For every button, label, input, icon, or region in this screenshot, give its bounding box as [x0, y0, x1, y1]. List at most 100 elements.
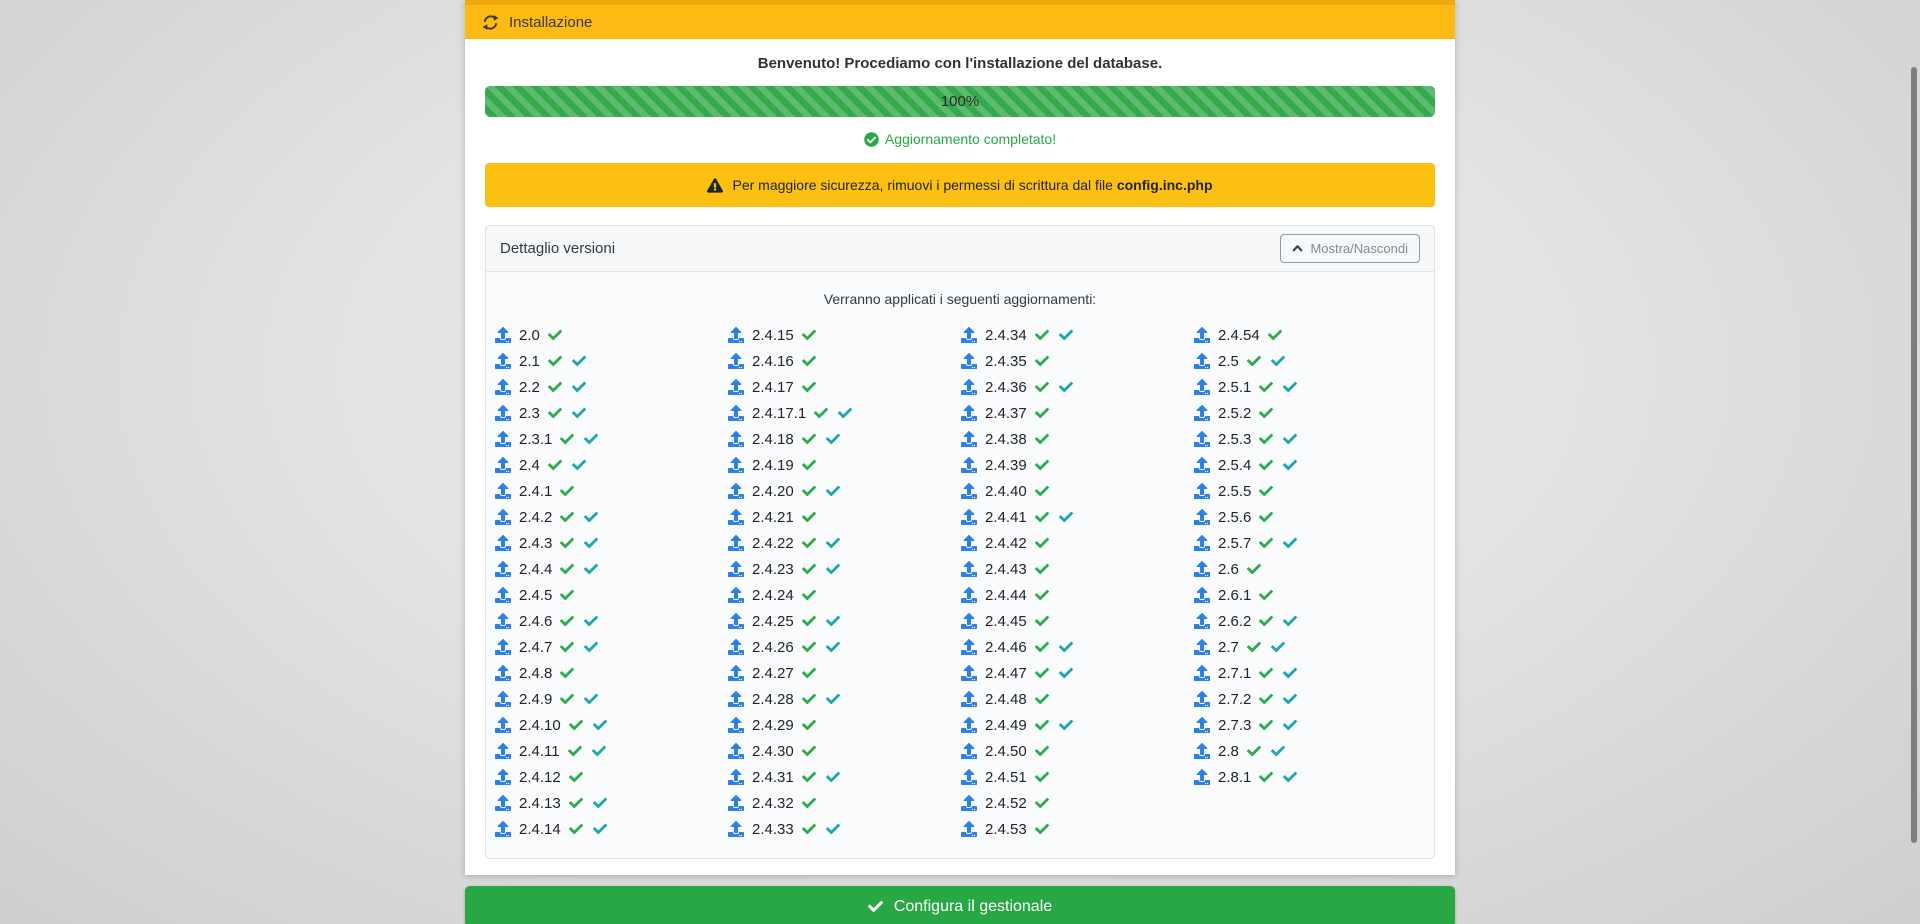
- check-icon-applied: [1259, 484, 1273, 498]
- check-icon-applied: [1035, 380, 1049, 394]
- upload-icon: [728, 535, 744, 551]
- version-item: 2.4.16: [727, 348, 960, 374]
- upload-icon: [728, 431, 744, 447]
- version-label: 2.7.1: [1218, 665, 1251, 682]
- version-label: 2.3: [519, 405, 540, 422]
- version-label: 2.4.12: [519, 769, 561, 786]
- upload-icon: [728, 613, 744, 629]
- versions-column: 2.4.54 2.5 2.5.1: [1193, 322, 1426, 842]
- check-icon-applied: [1259, 588, 1273, 602]
- check-icon-verified: [584, 692, 598, 706]
- check-icon-applied: [1035, 406, 1049, 420]
- check-icon-verified: [1271, 744, 1285, 758]
- version-item: 2.4.34: [960, 322, 1193, 348]
- upload-icon: [961, 769, 977, 785]
- upload-icon: [495, 769, 511, 785]
- version-item: 2.4.32: [727, 790, 960, 816]
- version-item: 2.4.52: [960, 790, 1193, 816]
- check-icon-applied: [802, 432, 816, 446]
- version-item: 2.4.3: [494, 530, 727, 556]
- upload-icon: [961, 353, 977, 369]
- check-icon-applied: [1035, 744, 1049, 758]
- configure-button[interactable]: Configura il gestionale: [465, 886, 1455, 924]
- version-item: 2.1: [494, 348, 727, 374]
- upload-icon: [961, 639, 977, 655]
- version-label: 2.2: [519, 379, 540, 396]
- check-icon-verified: [1271, 640, 1285, 654]
- version-item: 2.4.50: [960, 738, 1193, 764]
- upload-icon: [961, 613, 977, 629]
- version-item: 2.4.38: [960, 426, 1193, 452]
- install-page: Installazione Benvenuto! Procediamo con …: [465, 0, 1455, 924]
- version-item: 2.4.42: [960, 530, 1193, 556]
- upload-icon: [961, 795, 977, 811]
- check-icon-applied: [802, 354, 816, 368]
- upload-icon: [495, 405, 511, 421]
- version-item: 2.4.49: [960, 712, 1193, 738]
- check-icon-verified: [1059, 380, 1073, 394]
- check-icon-applied: [560, 666, 574, 680]
- version-item: 2.4: [494, 452, 727, 478]
- version-label: 2.4.2: [519, 509, 552, 526]
- install-header: Installazione: [465, 0, 1455, 39]
- version-label: 2.4.51: [985, 769, 1027, 786]
- version-item: 2.4.40: [960, 478, 1193, 504]
- version-label: 2.4.54: [1218, 327, 1260, 344]
- version-item: 2.4.4: [494, 556, 727, 582]
- version-label: 2.5.4: [1218, 457, 1251, 474]
- version-item: 2.4.26: [727, 634, 960, 660]
- check-icon-verified: [1059, 328, 1073, 342]
- check-icon-verified: [1283, 432, 1297, 446]
- check-icon-applied: [802, 796, 816, 810]
- version-label: 2.6: [1218, 561, 1239, 578]
- version-item: 2.4.15: [727, 322, 960, 348]
- upload-icon: [495, 327, 511, 343]
- version-label: 2.5: [1218, 353, 1239, 370]
- version-label: 2.1: [519, 353, 540, 370]
- check-icon-verified: [826, 822, 840, 836]
- version-item: 2.4.10: [494, 712, 727, 738]
- check-icon-verified: [1059, 510, 1073, 524]
- progress-track: 100%: [485, 86, 1435, 117]
- scrollbar-thumb[interactable]: [1911, 67, 1917, 843]
- version-item: 2.4.30: [727, 738, 960, 764]
- warning-text: Per maggiore sicurezza, rimuovi i permes…: [732, 177, 1212, 193]
- upload-icon: [495, 483, 511, 499]
- upload-icon: [961, 821, 977, 837]
- check-icon-applied: [1259, 510, 1273, 524]
- check-icon-applied: [548, 354, 562, 368]
- check-icon-verified: [1283, 666, 1297, 680]
- check-icon-applied: [1035, 666, 1049, 680]
- upload-icon: [1194, 379, 1210, 395]
- security-warning-alert: Per maggiore sicurezza, rimuovi i permes…: [485, 163, 1435, 207]
- version-item: 2.3: [494, 400, 727, 426]
- version-item: 2.8.1: [1193, 764, 1426, 790]
- check-icon-applied: [1259, 692, 1273, 706]
- check-icon-applied: [548, 328, 562, 342]
- version-label: 2.4.24: [752, 587, 794, 604]
- version-item: 2.4.29: [727, 712, 960, 738]
- check-icon-applied: [1035, 640, 1049, 654]
- check-icon-applied: [1259, 380, 1273, 394]
- version-label: 2.4.14: [519, 821, 561, 838]
- version-label: 2.4.15: [752, 327, 794, 344]
- version-item: 2.5.5: [1193, 478, 1426, 504]
- show-hide-button[interactable]: Mostra/Nascondi: [1280, 234, 1420, 263]
- versions-column: 2.0 2.1 2.2 2.: [494, 322, 727, 842]
- configure-button-label: Configura il gestionale: [894, 898, 1052, 916]
- version-item: 2.5.6: [1193, 504, 1426, 530]
- upload-icon: [495, 639, 511, 655]
- check-icon-applied: [1035, 718, 1049, 732]
- version-item: 2.4.46: [960, 634, 1193, 660]
- version-item: 2.4.36: [960, 374, 1193, 400]
- version-item: 2.4.54: [1193, 322, 1426, 348]
- check-icon-applied: [1259, 666, 1273, 680]
- upload-icon: [728, 743, 744, 759]
- warning-triangle-icon: [707, 178, 723, 193]
- version-label: 2.4.50: [985, 743, 1027, 760]
- version-item: 2.4.14: [494, 816, 727, 842]
- check-icon-verified: [826, 692, 840, 706]
- upload-icon: [495, 613, 511, 629]
- version-label: 2.4.30: [752, 743, 794, 760]
- check-icon-verified: [838, 406, 852, 420]
